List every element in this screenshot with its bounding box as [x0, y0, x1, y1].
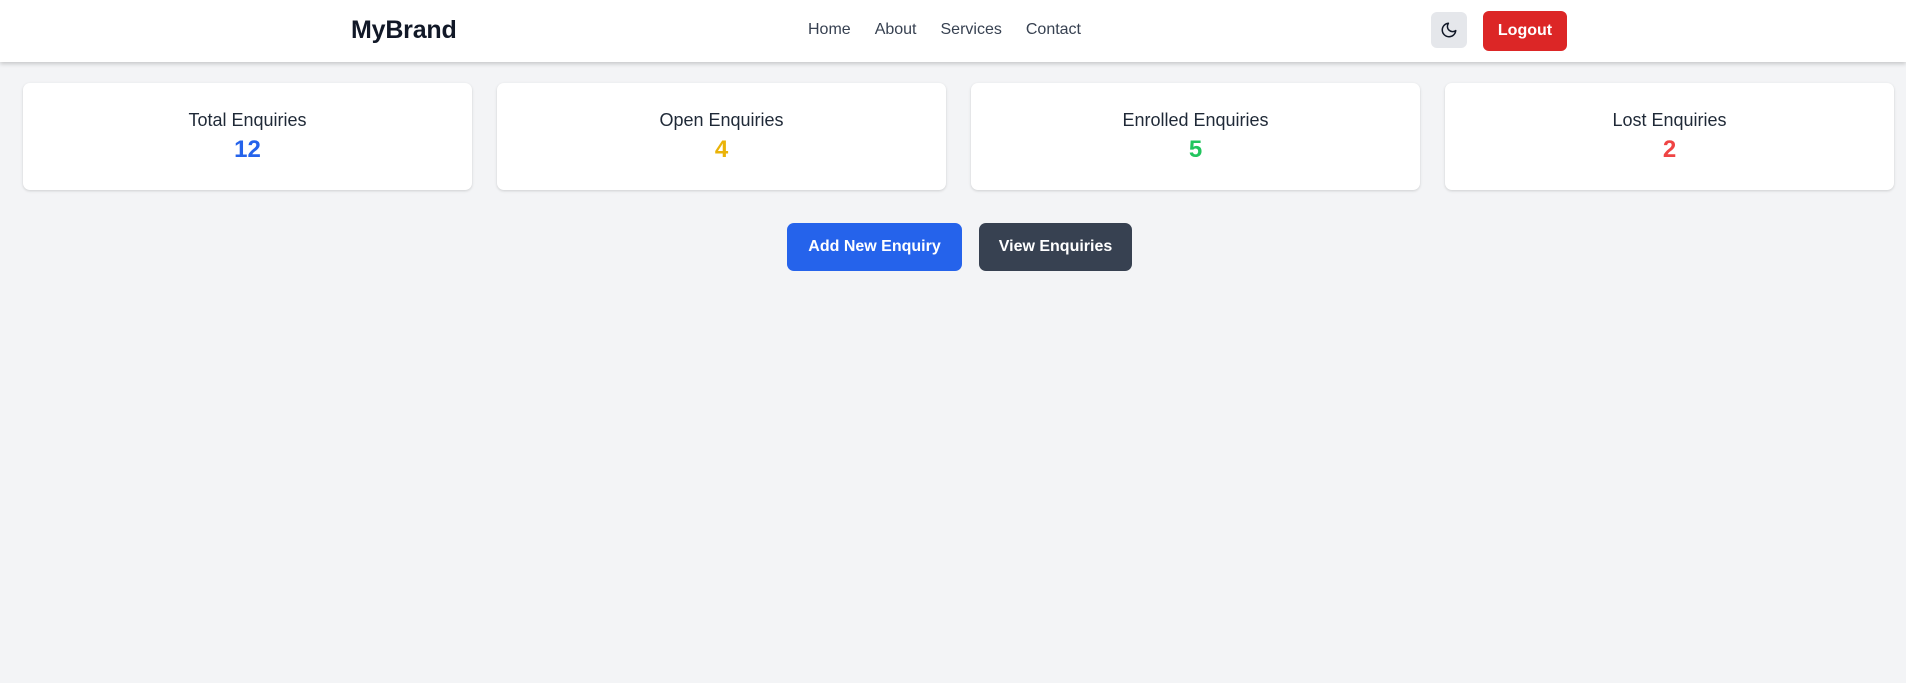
add-new-enquiry-button[interactable]: Add New Enquiry: [787, 223, 962, 271]
stat-card-open: Open Enquiries 4: [497, 83, 946, 190]
nav-link-home[interactable]: Home: [808, 21, 851, 39]
stats-row: Total Enquiries 12 Open Enquiries 4 Enro…: [23, 83, 1895, 190]
theme-toggle-button[interactable]: [1431, 12, 1467, 48]
moon-icon: [1441, 22, 1457, 38]
view-enquiries-button[interactable]: View Enquiries: [979, 223, 1132, 271]
stat-label: Enrolled Enquiries: [1122, 110, 1269, 130]
stat-card-lost: Lost Enquiries 2: [1445, 83, 1894, 190]
action-buttons: Add New Enquiry View Enquiries: [787, 223, 1132, 271]
stat-label: Total Enquiries: [188, 110, 307, 130]
stat-label: Lost Enquiries: [1612, 110, 1727, 130]
logout-button[interactable]: Logout: [1483, 11, 1567, 51]
stat-value: 2: [1662, 136, 1677, 163]
stat-value: 4: [714, 136, 729, 163]
stat-value: 12: [234, 136, 261, 163]
nav-link-services[interactable]: Services: [941, 21, 1002, 39]
stat-card-enrolled: Enrolled Enquiries 5: [971, 83, 1420, 190]
nav-link-contact[interactable]: Contact: [1026, 21, 1081, 39]
brand-logo[interactable]: MyBrand: [351, 16, 457, 45]
nav-link-about[interactable]: About: [875, 21, 917, 39]
stat-value: 5: [1188, 136, 1203, 163]
navbar: MyBrand Home About Services Contact Logo…: [0, 0, 1906, 62]
nav-links: Home About Services Contact: [808, 21, 1081, 39]
stat-card-total: Total Enquiries 12: [23, 83, 472, 190]
stat-label: Open Enquiries: [659, 110, 784, 130]
